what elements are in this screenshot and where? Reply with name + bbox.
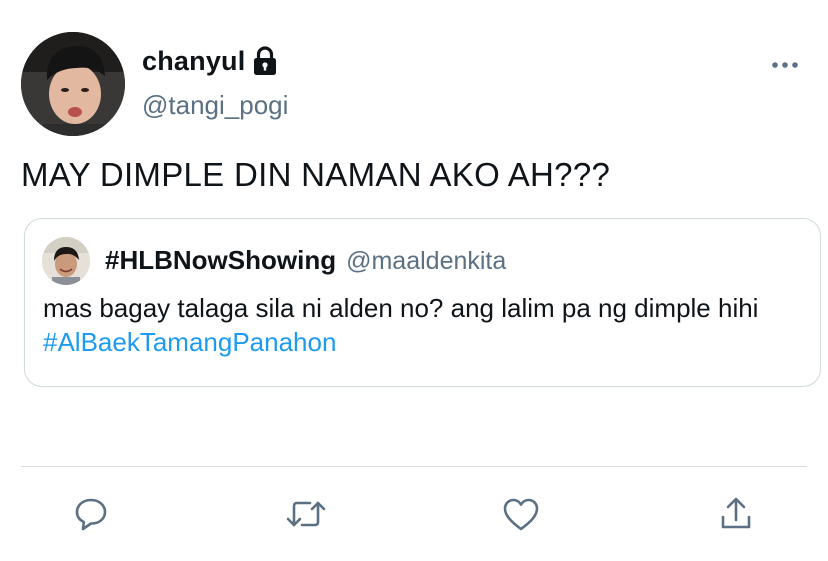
retweet-button[interactable] [286, 496, 326, 536]
tweet-text: MAY DIMPLE DIN NAMAN AKO AH??? [21, 156, 611, 193]
retweet-icon [285, 495, 327, 538]
quoted-author-avatar[interactable] [42, 237, 90, 285]
reply-icon [72, 495, 110, 538]
like-button[interactable] [501, 496, 541, 536]
more-horizontal-icon[interactable] [770, 58, 800, 72]
quoted-tweet-text: mas bagay talaga sila ni alden no? ang l… [43, 291, 803, 359]
like-icon [501, 495, 541, 538]
author-display-name[interactable]: chanyul [142, 46, 245, 77]
quoted-tweet-body: mas bagay talaga sila ni alden no? ang l… [43, 293, 759, 323]
quoted-tweet-card[interactable]: #HLBNowShowing @maaldenkita mas bagay ta… [24, 218, 821, 387]
quoted-author-display-name[interactable]: #HLBNowShowing [105, 245, 336, 276]
divider [21, 466, 807, 467]
author-avatar[interactable] [21, 32, 125, 136]
author-handle[interactable]: @tangi_pogi [142, 90, 288, 121]
share-icon [717, 495, 755, 538]
lock-icon [252, 46, 278, 76]
author-name-row: chanyul [142, 44, 278, 78]
quoted-author-handle[interactable]: @maaldenkita [346, 247, 506, 276]
share-button[interactable] [716, 496, 756, 536]
hashtag-link[interactable]: #AlBaekTamangPanahon [43, 327, 336, 357]
quoted-tweet-header: #HLBNowShowing @maaldenkita [105, 245, 506, 276]
reply-button[interactable] [71, 496, 111, 536]
